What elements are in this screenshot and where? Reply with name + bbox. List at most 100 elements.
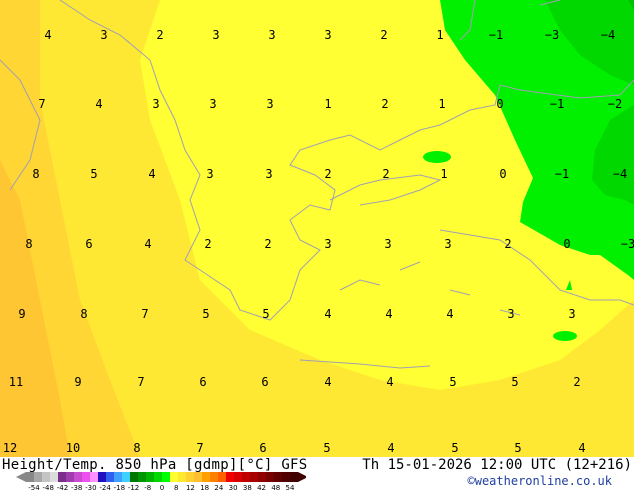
scale-swatch	[162, 472, 170, 482]
temperature-label: 3	[266, 97, 273, 111]
temperature-label: 2	[573, 375, 580, 389]
temperature-label: −2	[608, 97, 622, 111]
temperature-label: 4	[387, 441, 394, 455]
scale-tick-label: 18	[200, 484, 209, 490]
scale-tick-label: 42	[257, 484, 266, 490]
scale-swatch	[234, 472, 242, 482]
scale-swatch	[82, 472, 90, 482]
scale-swatch	[26, 472, 34, 482]
temperature-label: 6	[261, 375, 268, 389]
temperature-label: −4	[601, 28, 615, 42]
scale-swatch	[146, 472, 154, 482]
scale-swatch	[138, 472, 146, 482]
temperature-label: 1	[438, 97, 445, 111]
temperature-label: 6	[259, 441, 266, 455]
scale-tick-label: -54	[28, 484, 40, 490]
scale-swatch	[98, 472, 106, 482]
temperature-label: 4	[324, 375, 331, 389]
scale-swatch	[66, 472, 74, 482]
field-green-spot	[423, 151, 451, 163]
scale-swatch	[202, 472, 210, 482]
temperature-label: −1	[489, 28, 503, 42]
credit-link[interactable]: ©weatheronline.co.uk	[468, 474, 613, 488]
temperature-label: 5	[514, 441, 521, 455]
temperature-label: 11	[9, 375, 23, 389]
temperature-label: 2	[504, 237, 511, 251]
scale-tick-label: 48	[271, 484, 280, 490]
temperature-label: 3	[206, 167, 213, 181]
temperature-label: 7	[38, 97, 45, 111]
scale-swatch	[250, 472, 258, 482]
temperature-label: 8	[25, 237, 32, 251]
scale-swatch	[50, 472, 58, 482]
temperature-label: 5	[262, 307, 269, 321]
scale-tick-label: -30	[85, 484, 96, 490]
scale-swatch	[170, 472, 178, 482]
scale-swatch	[114, 472, 122, 482]
scale-swatch	[122, 472, 130, 482]
temperature-label: 5	[202, 307, 209, 321]
temperature-label: 9	[18, 307, 25, 321]
temperature-label: 5	[449, 375, 456, 389]
scale-arrow-right	[298, 472, 306, 482]
scale-swatch	[74, 472, 82, 482]
temperature-label: 8	[80, 307, 87, 321]
temperature-label: 4	[386, 375, 393, 389]
temperature-label: 1	[436, 28, 443, 42]
scale-swatch	[194, 472, 202, 482]
temperature-label: 3	[100, 28, 107, 42]
temperature-label: 10	[66, 441, 80, 455]
temperature-label: 0	[563, 237, 570, 251]
temperature-label: 8	[133, 441, 140, 455]
temperature-label: 7	[137, 375, 144, 389]
scale-swatch	[42, 472, 50, 482]
scale-tick-label: -12	[128, 484, 139, 490]
temperature-label: 7	[141, 307, 148, 321]
scale-swatch	[226, 472, 234, 482]
scale-tick-label: 24	[214, 484, 223, 490]
scale-swatch	[242, 472, 250, 482]
temperature-label: 4	[446, 307, 453, 321]
temperature-label: −1	[555, 167, 569, 181]
temperature-label: 5	[511, 375, 518, 389]
temperature-label: 8	[32, 167, 39, 181]
temperature-label: 9	[74, 375, 81, 389]
temperature-label: −3	[545, 28, 559, 42]
temperature-label: 6	[85, 237, 92, 251]
scale-tick-label: 54	[286, 484, 295, 490]
temperature-label: 4	[144, 237, 151, 251]
temperature-label: −4	[613, 167, 627, 181]
scale-tick-label: 8	[174, 484, 178, 490]
temperature-label: 4	[385, 307, 392, 321]
temperature-label: 3	[324, 28, 331, 42]
temperature-label: 0	[499, 167, 506, 181]
temperature-label: 0	[496, 97, 503, 111]
scale-swatch	[282, 472, 290, 482]
scale-arrow-left	[16, 472, 26, 482]
temperature-label: 2	[204, 237, 211, 251]
temperature-label: 3	[324, 237, 331, 251]
scale-tick-label: -42	[57, 484, 68, 490]
temperature-label: 3	[265, 167, 272, 181]
temperature-label: 2	[381, 97, 388, 111]
temperature-label: 12	[3, 441, 17, 455]
temperature-label: 3	[152, 97, 159, 111]
scale-swatch	[58, 472, 66, 482]
temperature-label: 1	[440, 167, 447, 181]
scale-swatch	[154, 472, 162, 482]
scale-tick-label: 30	[229, 484, 238, 490]
temperature-label: 1	[324, 97, 331, 111]
temperature-label: 6	[199, 375, 206, 389]
scale-tick-label: 38	[243, 484, 252, 490]
scale-swatch	[186, 472, 194, 482]
temperature-label: 2	[382, 167, 389, 181]
temperature-label: 2	[264, 237, 271, 251]
temperature-label: 4	[578, 441, 585, 455]
scale-tick-label: 12	[186, 484, 195, 490]
temperature-label: 3	[507, 307, 514, 321]
scale-swatch	[258, 472, 266, 482]
scale-tick-label: 0	[160, 484, 164, 490]
temperature-label: 3	[568, 307, 575, 321]
scale-swatch	[178, 472, 186, 482]
scale-tick-label: -48	[43, 484, 54, 490]
